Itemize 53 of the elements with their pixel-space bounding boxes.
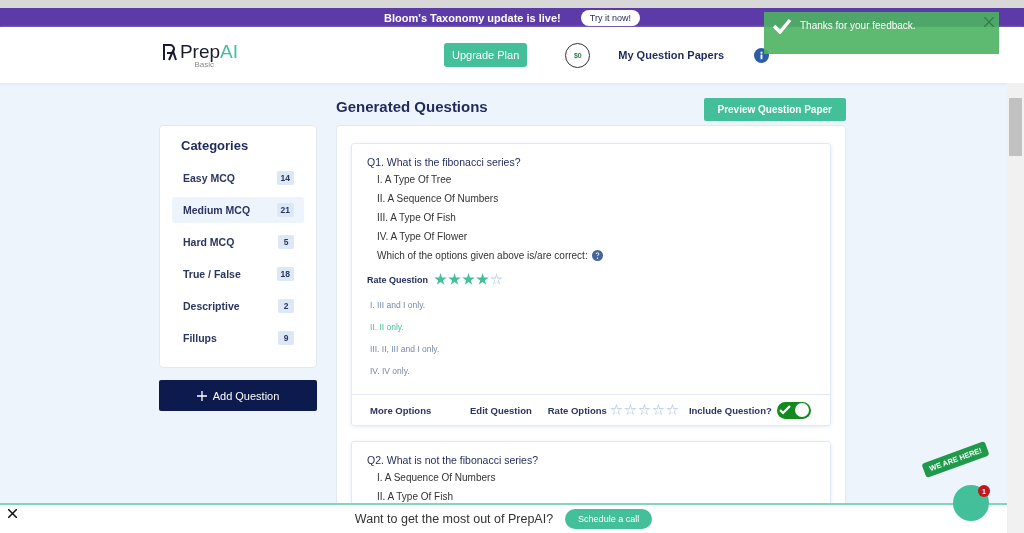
category-item[interactable]: Fillups 9 <box>172 325 304 351</box>
question-text: Q1. What is the fibonacci series? <box>367 156 522 168</box>
prompt-text: Which of the options given above is/are correct: <box>377 250 588 261</box>
category-label: Easy MCQ <box>183 172 235 184</box>
category-count: 14 <box>276 171 294 185</box>
category-item[interactable]: True / False 18 <box>172 261 304 287</box>
rate-question-label: Rate Question <box>367 274 428 285</box>
promo-text: Want to get the most out of PrepAI? <box>354 512 554 526</box>
answer-option: II. II only. <box>370 322 815 332</box>
category-item[interactable]: Easy MCQ 14 <box>172 165 304 191</box>
plus-icon <box>196 390 207 401</box>
statement-text: IV. A Type Of Flower <box>377 231 469 242</box>
help-icon[interactable] <box>591 250 603 261</box>
statement-text: III. A Type Of Fish <box>377 212 457 223</box>
question-text: Q2. What is not the fibonacci series? <box>367 454 539 466</box>
category-label: Medium MCQ <box>183 204 251 216</box>
category-count: 2 <box>278 299 294 313</box>
rate-options-label: Rate Options <box>547 404 607 416</box>
answer-option: IV. IV only. <box>370 366 815 376</box>
add-question-button[interactable]: Add Question <box>159 380 317 411</box>
logo-icon <box>161 43 178 61</box>
nav-link[interactable]: My Question Papers <box>618 49 725 61</box>
answer-option: I. III and I only. <box>370 300 815 310</box>
check-icon <box>778 405 791 415</box>
page-title: Generated Questions <box>336 98 488 115</box>
statement-text: II. A Type Of Fish <box>377 491 454 502</box>
category-item[interactable]: Hard MCQ 5 <box>172 229 304 255</box>
scrollbar-thumb[interactable] <box>1009 98 1022 156</box>
close-icon[interactable] <box>8 509 17 518</box>
include-label: Include Question? <box>688 404 772 416</box>
try-button[interactable]: Try it now! <box>580 9 640 26</box>
statement-text: I. A Sequence Of Numbers <box>377 472 497 483</box>
more-options-link[interactable]: More Options <box>370 404 470 416</box>
category-label: Hard MCQ <box>183 236 235 248</box>
category-count: 5 <box>278 235 294 249</box>
include-toggle[interactable] <box>776 401 811 419</box>
category-label: Fillups <box>183 332 217 344</box>
category-count: 21 <box>276 203 294 217</box>
statement-text: I. A Type Of Tree <box>377 174 453 185</box>
category-item[interactable]: Descriptive 2 <box>172 293 304 319</box>
statement-text: II. A Sequence Of Numbers <box>377 193 500 204</box>
toast-message: Thanks for your feedback. <box>800 20 916 31</box>
check-icon <box>772 18 792 34</box>
category-count: 18 <box>276 267 294 281</box>
categories-title: Categories <box>181 138 250 153</box>
category-item[interactable]: Medium MCQ 21 <box>172 197 304 223</box>
banner-text: Bloom's Taxonomy update is live! <box>384 11 561 24</box>
logo-text: PrepAI <box>179 41 238 62</box>
answer-option: III. II, III and I only. <box>370 344 815 354</box>
edit-question-link[interactable]: Edit Question <box>470 404 532 416</box>
category-count: 9 <box>278 331 294 345</box>
category-label: Descriptive <box>183 300 240 312</box>
category-label: True / False <box>183 268 241 280</box>
